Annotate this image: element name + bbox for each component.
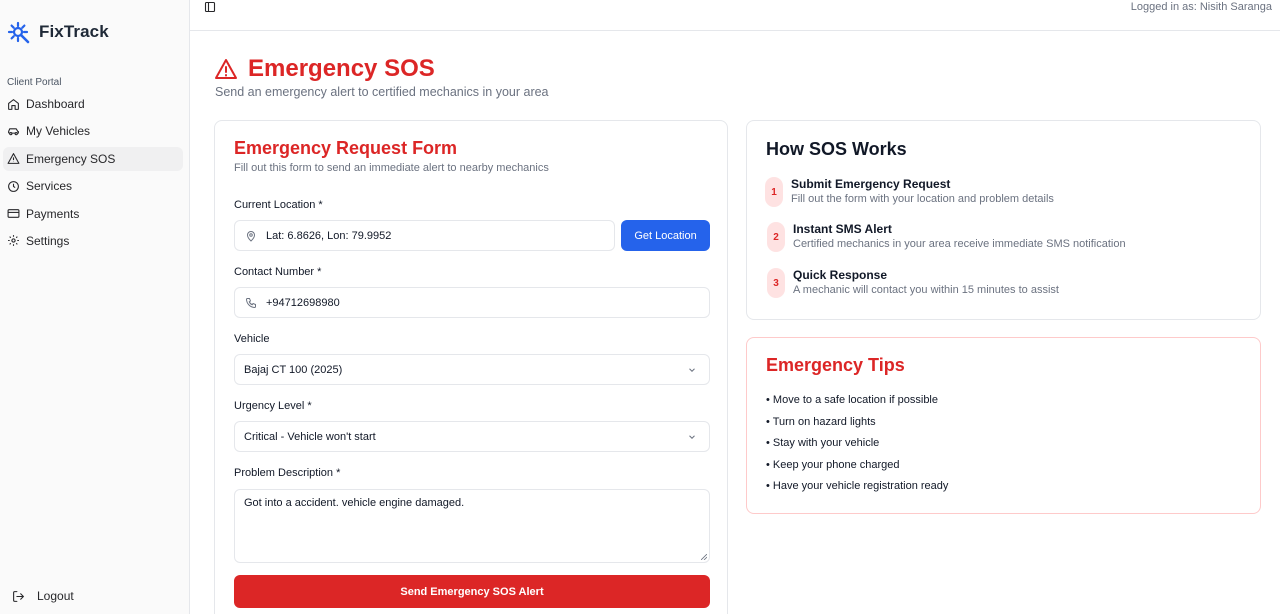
- step-number-badge: 3: [767, 268, 785, 298]
- logout-button[interactable]: Logout: [12, 589, 74, 603]
- sidebar-item-label: Settings: [26, 233, 70, 248]
- step-title: Instant SMS Alert: [793, 222, 892, 236]
- map-pin-icon: [246, 230, 256, 242]
- page-title: Emergency SOS: [214, 55, 435, 83]
- sidebar-item-emergency-sos[interactable]: Emergency SOS: [3, 146, 183, 171]
- how-sos-works-card: How SOS Works 1 Submit Emergency Request…: [746, 120, 1261, 320]
- step-item: 2 Instant SMS Alert Certified mechanics …: [767, 222, 1126, 252]
- step-title: Submit Emergency Request: [791, 177, 951, 191]
- alert-triangle-icon: [215, 59, 237, 79]
- location-label: Current Location *: [234, 199, 323, 211]
- contact-value: +94712698980: [266, 296, 340, 309]
- step-description: Certified mechanics in your area receive…: [793, 238, 1126, 250]
- sidebar-item-label: Services: [26, 179, 73, 194]
- vehicle-value: Bajaj CT 100 (2025): [244, 363, 343, 376]
- sidebar-item-label: Dashboard: [26, 97, 85, 111]
- gear-icon: [8, 235, 19, 247]
- contact-number-input[interactable]: +94712698980: [234, 287, 710, 318]
- chevron-down-icon: [689, 434, 695, 439]
- tips-list: • Move to a safe location if possible • …: [766, 394, 948, 502]
- brand-name: FixTrack: [39, 22, 109, 41]
- page-title-text: Emergency SOS: [248, 55, 435, 82]
- logout-label: Logout: [37, 589, 74, 603]
- credit-card-icon: [7, 209, 20, 218]
- vehicle-label: Vehicle: [234, 333, 270, 345]
- section-label: Client Portal: [7, 77, 62, 88]
- sidebar: FixTrack Client Portal Dashboard My Vehi…: [0, 0, 190, 614]
- vehicle-select[interactable]: Bajaj CT 100 (2025): [234, 354, 710, 385]
- list-item: • Have your vehicle registration ready: [766, 480, 949, 492]
- chevron-down-icon: [689, 367, 695, 372]
- step-number-badge: 2: [767, 222, 785, 252]
- brand[interactable]: FixTrack: [7, 20, 109, 44]
- sidebar-item-label: Payments: [26, 206, 80, 221]
- list-item: • Move to a safe location if possible: [766, 394, 938, 406]
- list-item: • Turn on hazard lights: [766, 415, 876, 428]
- urgency-select[interactable]: Critical - Vehicle won't start: [234, 421, 710, 452]
- step-description: Fill out the form with your location and…: [791, 193, 1054, 205]
- urgency-label: Urgency Level *: [234, 400, 312, 412]
- sidebar-item-label: Emergency SOS: [26, 151, 116, 166]
- location-input[interactable]: Lat: 6.8626, Lon: 79.9952: [234, 220, 615, 251]
- alert-triangle-icon: [7, 153, 20, 165]
- home-icon: [8, 98, 19, 110]
- step-item: 3 Quick Response A mechanic will contact…: [767, 268, 1059, 298]
- sidebar-nav: Dashboard My Vehicles Emergency SOS Serv…: [0, 92, 189, 256]
- get-location-button[interactable]: Get Location: [621, 220, 710, 251]
- step-description: A mechanic will contact you within 15 mi…: [793, 284, 1059, 296]
- urgency-value: Critical - Vehicle won't start: [244, 430, 376, 443]
- sidebar-item-payments[interactable]: Payments: [3, 202, 183, 226]
- resize-handle-icon[interactable]: [701, 554, 707, 560]
- list-item: • Stay with your vehicle: [766, 437, 880, 449]
- send-sos-button[interactable]: Send Emergency SOS Alert: [234, 575, 710, 608]
- sidebar-toggle-icon[interactable]: [204, 1, 216, 13]
- how-title: How SOS Works: [766, 139, 907, 159]
- step-item: 1 Submit Emergency Request Fill out the …: [765, 177, 1054, 207]
- car-icon: [8, 128, 19, 136]
- tips-title: Emergency Tips: [766, 355, 905, 375]
- logout-icon: [13, 590, 25, 602]
- phone-icon: [246, 297, 256, 308]
- gear-logo-icon: [7, 21, 30, 44]
- sidebar-item-settings[interactable]: Settings: [3, 229, 183, 253]
- sidebar-item-my-vehicles[interactable]: My Vehicles: [3, 119, 183, 143]
- form-title: Emergency Request Form: [234, 138, 458, 158]
- logged-in-user: Logged in as: Nisith Saranga: [1130, 1, 1272, 13]
- problem-description-textarea[interactable]: Got into a accident. vehicle engine dama…: [234, 489, 710, 563]
- page-subtitle: Send an emergency alert to certified mec…: [215, 85, 549, 99]
- topbar: Logged in as: Nisith Saranga: [190, 0, 1280, 31]
- step-title: Quick Response: [793, 268, 888, 282]
- description-label: Problem Description *: [234, 467, 341, 479]
- description-value: Got into a accident. vehicle engine dama…: [244, 497, 465, 509]
- sidebar-item-label: My Vehicles: [26, 124, 91, 139]
- step-number-badge: 1: [765, 177, 783, 207]
- list-item: • Keep your phone charged: [766, 458, 900, 471]
- sidebar-item-services[interactable]: Services: [3, 174, 183, 198]
- sidebar-item-dashboard[interactable]: Dashboard: [3, 92, 183, 116]
- location-value: Lat: 6.8626, Lon: 79.9952: [266, 229, 392, 242]
- clock-icon: [8, 180, 19, 192]
- emergency-tips-card: Emergency Tips • Move to a safe location…: [746, 337, 1261, 514]
- emergency-request-form: Emergency Request Form Fill out this for…: [214, 120, 728, 614]
- form-subtitle: Fill out this form to send an immediate …: [234, 162, 549, 174]
- contact-label: Contact Number *: [234, 266, 322, 278]
